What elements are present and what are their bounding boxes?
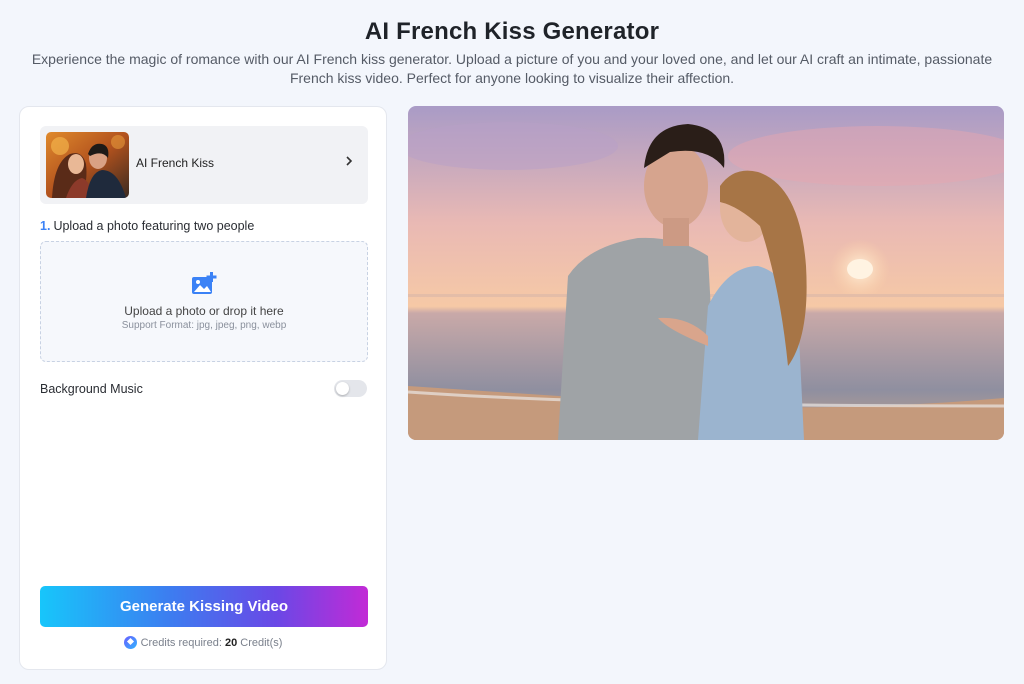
- credits-count: 20: [224, 637, 238, 649]
- preview-image: [408, 106, 1004, 440]
- background-music-toggle[interactable]: [334, 380, 367, 397]
- add-image-icon: [191, 272, 217, 296]
- credits-suffix: Credit(s): [240, 637, 283, 649]
- credits-prefix: Credits required:: [140, 637, 222, 649]
- upload-format-hint: Support Format: jpg, jpeg, png, webp: [121, 320, 287, 331]
- page-subtitle: Experience the magic of romance with our…: [31, 51, 993, 86]
- credit-gem-icon: [123, 636, 137, 649]
- page-title: AI French Kiss Generator: [364, 18, 660, 45]
- chevron-right-icon: [344, 154, 354, 173]
- template-thumbnail: [46, 132, 129, 198]
- couple-kissing-beach-image: [408, 106, 1004, 440]
- upload-step-label: 1. Upload a photo featuring two people: [40, 219, 254, 233]
- credits-info: Credits required: 20 Credit(s): [20, 636, 386, 649]
- template-thumbnail-image: [46, 132, 129, 198]
- step-number: 1.: [40, 219, 51, 233]
- photo-upload-dropzone[interactable]: Upload a photo or drop it here Support F…: [40, 241, 368, 362]
- generate-video-button[interactable]: Generate Kissing Video: [40, 586, 368, 627]
- toggle-knob: [336, 382, 349, 395]
- background-music-label: Background Music: [40, 382, 143, 396]
- upload-instruction: Upload a photo or drop it here: [124, 304, 284, 318]
- step-text: Upload a photo featuring two people: [53, 219, 255, 233]
- template-label: AI French Kiss: [136, 156, 215, 170]
- template-selector[interactable]: AI French Kiss: [40, 126, 368, 204]
- generator-panel: AI French Kiss 1. Upload a photo featurin…: [19, 106, 387, 670]
